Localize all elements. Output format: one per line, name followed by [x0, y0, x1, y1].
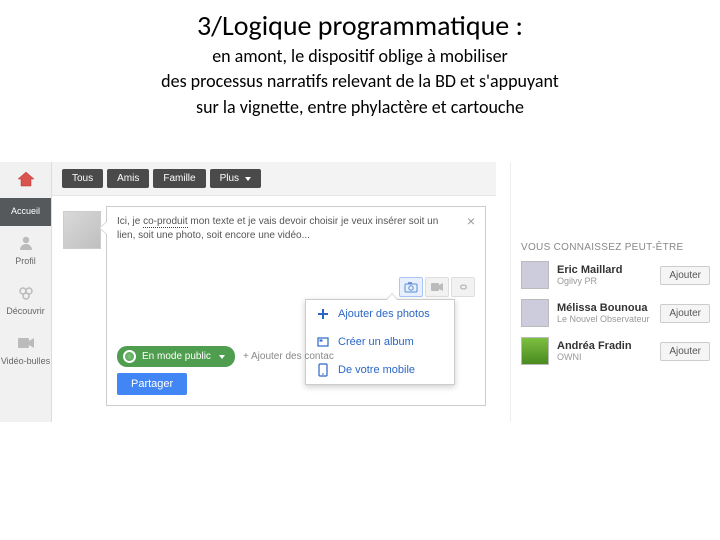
- sidebar-label: Accueil: [11, 206, 40, 216]
- left-sidebar: Accueil Profil Découvrir Vidéo-bulles: [0, 162, 52, 422]
- sidebar-label: Vidéo-bulles: [1, 356, 50, 366]
- visibility-row: En mode public + Ajouter des contac: [117, 346, 334, 367]
- dropdown-add-photos[interactable]: Ajouter des photos: [306, 300, 454, 328]
- sidebar-label: Profil: [15, 256, 36, 266]
- text-error: co-produit: [143, 216, 187, 228]
- suggestion-row: Mélissa Bounoua Le Nouvel Observateur Aj…: [521, 299, 710, 327]
- dropdown-label: Créer un album: [338, 336, 414, 348]
- attach-video-button[interactable]: [425, 277, 449, 297]
- dropdown-label: Ajouter des photos: [338, 308, 430, 320]
- slide-title: 3/Logique programmatique :: [0, 8, 720, 43]
- user-avatar: [63, 211, 101, 249]
- chevron-down-icon: [219, 355, 225, 359]
- tab-tous[interactable]: Tous: [62, 169, 103, 188]
- post-composer: × Ici, je co-produit mon texte et je vai…: [106, 206, 486, 406]
- add-contacts-hint[interactable]: + Ajouter des contac: [243, 351, 334, 362]
- dropdown-pointer: [386, 293, 398, 300]
- dropdown-label: De votre mobile: [338, 364, 415, 376]
- circles-icon: [16, 284, 36, 302]
- add-button[interactable]: Ajouter: [660, 342, 710, 361]
- right-column: VOUS CONNAISSEZ PEUT-ÊTRE Eric Maillard …: [510, 162, 720, 422]
- tab-plus[interactable]: Plus: [210, 169, 261, 188]
- composer-text[interactable]: Ici, je co-produit mon texte et je vais …: [107, 207, 485, 251]
- avatar: [521, 299, 549, 327]
- visibility-pill[interactable]: En mode public: [117, 346, 235, 367]
- tab-amis[interactable]: Amis: [107, 169, 149, 188]
- add-button[interactable]: Ajouter: [660, 266, 710, 285]
- sidebar-item-accueil[interactable]: Accueil: [0, 198, 51, 226]
- avatar: [521, 261, 549, 289]
- person-org: OWNI: [557, 352, 652, 362]
- suggestions-title: VOUS CONNAISSEZ PEUT-ÊTRE: [521, 242, 710, 253]
- photo-dropdown: Ajouter des photos Créer un album De vot…: [305, 299, 455, 385]
- slide-subtitle-1: en amont, le dispositif oblige à mobilis…: [0, 45, 720, 68]
- suggestion-row: Eric Maillard Ogilvy PR Ajouter: [521, 261, 710, 289]
- person-info: Andréa Fradin OWNI: [557, 340, 652, 362]
- chevron-down-icon: [245, 177, 251, 181]
- share-row: Partager: [117, 373, 187, 395]
- avatar: [521, 337, 549, 365]
- video-icon: [430, 282, 444, 292]
- stream-tabs: Tous Amis Famille Plus: [52, 162, 496, 196]
- slide-subtitle-2: des processus narratifs relevant de la B…: [0, 70, 720, 93]
- globe-icon: [123, 350, 136, 363]
- person-info: Eric Maillard Ogilvy PR: [557, 264, 652, 286]
- main-column: Tous Amis Famille Plus × Ici, je co-prod…: [52, 162, 496, 422]
- plus-icon: [316, 307, 330, 321]
- person-name: Eric Maillard: [557, 264, 652, 276]
- person-org: Ogilvy PR: [557, 276, 652, 286]
- tab-famille[interactable]: Famille: [153, 169, 205, 188]
- slide-subtitle-3: sur la vignette, entre phylactère et car…: [0, 96, 720, 119]
- attach-photo-button[interactable]: [399, 277, 423, 297]
- speech-pointer: [99, 221, 107, 235]
- home-icon: [16, 170, 36, 188]
- slide-heading: 3/Logique programmatique : en amont, le …: [0, 0, 720, 119]
- sidebar-label: Découvrir: [6, 306, 45, 316]
- sidebar-item-decouvrir[interactable]: Découvrir: [0, 276, 51, 326]
- sidebar-item-videobulles[interactable]: Vidéo-bulles: [0, 326, 51, 376]
- video-icon: [16, 334, 36, 352]
- share-button[interactable]: Partager: [117, 373, 187, 395]
- person-name: Andréa Fradin: [557, 340, 652, 352]
- text-part: Ici, je: [117, 216, 143, 227]
- suggestion-row: Andréa Fradin OWNI Ajouter: [521, 337, 710, 365]
- add-button[interactable]: Ajouter: [660, 304, 710, 323]
- sidebar-item-profil[interactable]: Profil: [0, 226, 51, 276]
- tab-label: Plus: [220, 173, 239, 184]
- person-info: Mélissa Bounoua Le Nouvel Observateur: [557, 302, 652, 324]
- person-name: Mélissa Bounoua: [557, 302, 652, 314]
- person-org: Le Nouvel Observateur: [557, 314, 652, 324]
- screenshot-app: Accueil Profil Découvrir Vidéo-bulles To…: [0, 162, 720, 422]
- visibility-label: En mode public: [142, 351, 211, 362]
- attachment-toolbar: [399, 277, 475, 297]
- attach-link-button[interactable]: [451, 277, 475, 297]
- profile-icon: [16, 234, 36, 252]
- link-icon: [456, 282, 470, 292]
- camera-icon: [404, 281, 418, 293]
- sidebar-item-home-top[interactable]: [0, 162, 51, 198]
